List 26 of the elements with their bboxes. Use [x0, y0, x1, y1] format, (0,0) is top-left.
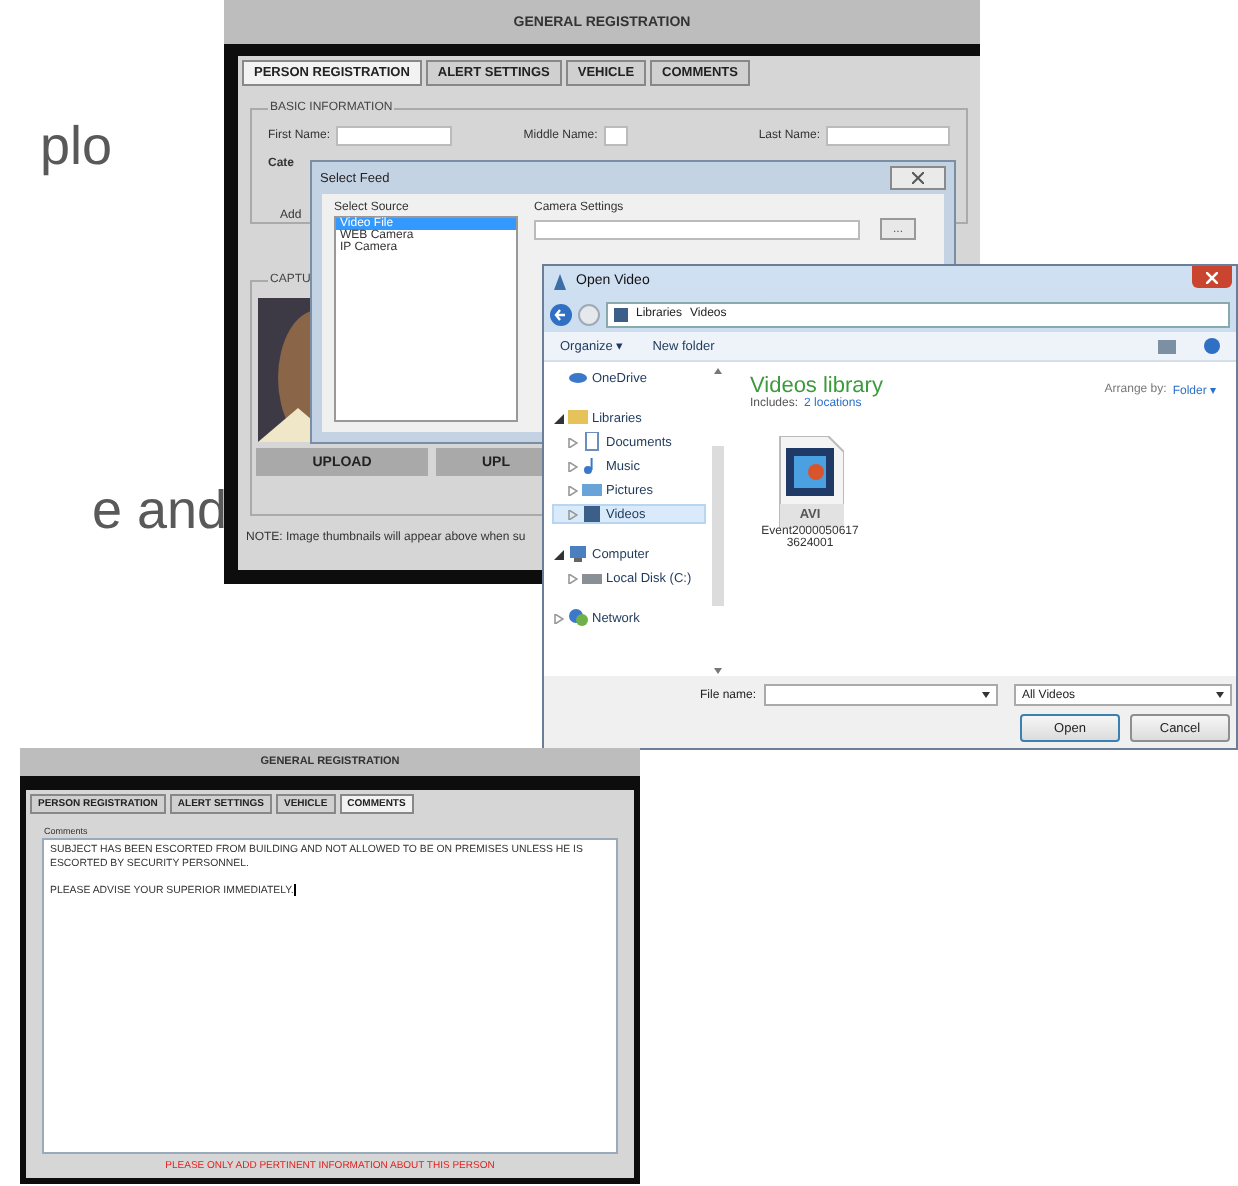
- app-icon: [552, 273, 568, 289]
- input-field[interactable]: [534, 219, 860, 239]
- file-name-field[interactable]: [764, 684, 998, 706]
- scrollbar[interactable]: [710, 366, 726, 676]
- library-title: Videos library: [750, 374, 883, 398]
- back-icon[interactable]: [550, 303, 572, 325]
- video-file-icon: [776, 436, 844, 528]
- input-field[interactable]: [603, 126, 628, 146]
- computer-icon: [568, 544, 588, 564]
- dropdown-arrow-icon: [1216, 692, 1224, 698]
- close-button[interactable]: [890, 166, 946, 190]
- folder-icon: [568, 408, 588, 428]
- input-field[interactable]: [826, 126, 950, 146]
- expand-arrow-icon[interactable]: [554, 413, 564, 423]
- close-button[interactable]: [1192, 266, 1232, 288]
- slide-text: plo: [40, 116, 113, 178]
- close-icon: [912, 172, 924, 184]
- network-icon: [568, 608, 588, 628]
- dropdown-arrow-icon: [981, 692, 990, 698]
- picture-icon: [582, 480, 602, 500]
- expand-arrow-icon[interactable]: [554, 549, 564, 559]
- slide-text: e and: [92, 480, 228, 542]
- input-field[interactable]: [336, 126, 453, 146]
- cloud-icon: [568, 368, 588, 388]
- close-icon: [1206, 271, 1218, 283]
- drive-icon: [582, 568, 602, 588]
